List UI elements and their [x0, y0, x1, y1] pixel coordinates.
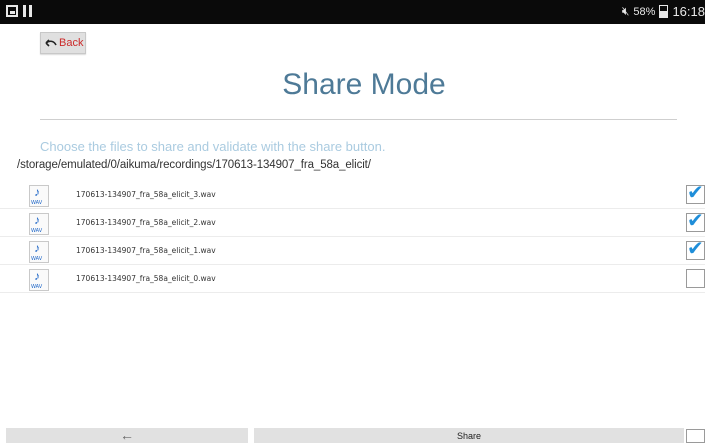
- file-type-label: WAV: [31, 256, 43, 262]
- status-bar-left: [6, 5, 32, 17]
- file-name: 170613-134907_fra_58a_elicit_2.wav: [76, 218, 216, 227]
- back-button[interactable]: Back: [40, 32, 86, 54]
- file-list: ♪ WAV 170613-134907_fra_58a_elicit_3.wav…: [0, 181, 705, 293]
- file-checkbox[interactable]: [686, 269, 705, 288]
- file-checkbox[interactable]: ✔: [686, 238, 705, 260]
- clock: 16:18: [672, 4, 705, 19]
- file-type-label: WAV: [31, 200, 43, 206]
- file-row[interactable]: ♪ WAV 170613-134907_fra_58a_elicit_2.wav…: [0, 209, 705, 237]
- instructions-text: Choose the files to share and validate w…: [40, 139, 386, 154]
- back-arrow-icon: [45, 39, 57, 47]
- wav-file-icon: ♪ WAV: [29, 213, 49, 235]
- title-divider: [40, 119, 677, 120]
- music-note-icon: ♪: [34, 213, 40, 227]
- wav-file-icon: ♪ WAV: [29, 185, 49, 207]
- file-name: 170613-134907_fra_58a_elicit_0.wav: [76, 274, 216, 283]
- file-row[interactable]: ♪ WAV 170613-134907_fra_58a_elicit_0.wav: [0, 265, 705, 293]
- previous-button[interactable]: ←: [6, 428, 248, 443]
- status-bar: 🔇︎ 58% 16:18: [0, 0, 705, 24]
- music-note-icon: ♪: [34, 241, 40, 255]
- back-button-label: Back: [59, 37, 84, 49]
- file-type-label: WAV: [31, 228, 43, 234]
- wav-file-icon: ♪ WAV: [29, 241, 49, 263]
- screenshot-notification-icon: [6, 5, 18, 17]
- music-note-icon: ♪: [34, 269, 40, 283]
- share-button[interactable]: Share: [254, 428, 684, 443]
- battery-percent: 58%: [633, 5, 656, 18]
- page-title: Share Mode: [282, 68, 446, 101]
- file-name: 170613-134907_fra_58a_elicit_1.wav: [76, 246, 216, 255]
- bottom-bar: ← Share: [0, 425, 705, 443]
- status-bar-right: 🔇︎ 58% 16:18: [622, 4, 705, 19]
- battery-icon: [659, 5, 669, 18]
- checkmark-icon: ✔: [687, 238, 704, 260]
- wav-file-icon: ♪ WAV: [29, 269, 49, 291]
- folder-path: /storage/emulated/0/aikuma/recordings/17…: [17, 159, 371, 171]
- file-row[interactable]: ♪ WAV 170613-134907_fra_58a_elicit_3.wav…: [0, 181, 705, 209]
- checkmark-icon: ✔: [687, 210, 704, 232]
- mute-icon: 🔇︎: [621, 4, 630, 18]
- music-note-icon: ♪: [34, 185, 40, 199]
- file-checkbox[interactable]: ✔: [686, 182, 705, 204]
- select-all-checkbox[interactable]: [686, 429, 705, 443]
- pause-notification-icon: [23, 5, 32, 17]
- file-row[interactable]: ♪ WAV 170613-134907_fra_58a_elicit_1.wav…: [0, 237, 705, 265]
- file-type-label: WAV: [31, 284, 43, 290]
- file-checkbox[interactable]: ✔: [686, 210, 705, 232]
- file-name: 170613-134907_fra_58a_elicit_3.wav: [76, 190, 216, 199]
- checkmark-icon: ✔: [687, 182, 704, 204]
